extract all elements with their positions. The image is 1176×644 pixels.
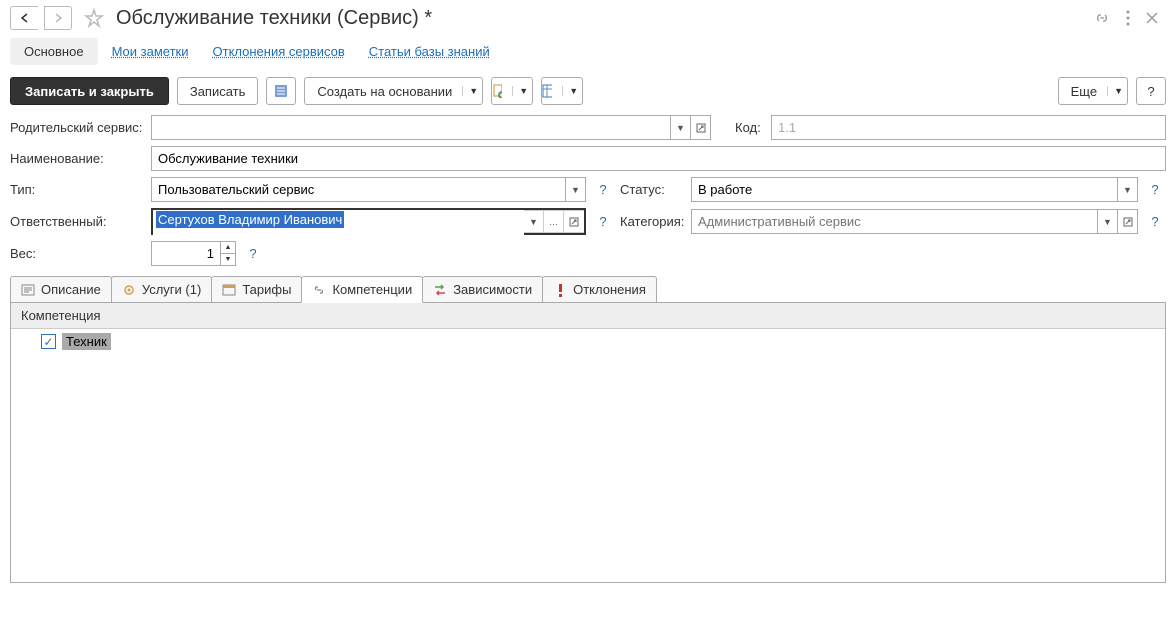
help-icon[interactable]: ? <box>1150 182 1160 197</box>
list-icon <box>274 84 288 98</box>
warning-icon <box>553 283 567 297</box>
tab-description[interactable]: Описание <box>10 276 112 302</box>
resp-value: Сертухов Владимир Иванович <box>156 211 344 228</box>
arrow-right-icon <box>53 13 63 23</box>
grid-header[interactable]: Компетенция <box>11 303 1165 329</box>
caret-down-icon: ▼ <box>462 86 478 96</box>
spin-down-button[interactable]: ▼ <box>221 253 236 266</box>
dropdown-button[interactable]: ▼ <box>1118 177 1138 202</box>
calendar-icon <box>222 283 236 297</box>
tab-tariffs[interactable]: Тарифы <box>211 276 302 302</box>
dropdown-button[interactable]: ▼ <box>671 115 691 140</box>
list-button[interactable] <box>266 77 296 105</box>
tab-notes[interactable]: Мои заметки <box>102 38 199 65</box>
tab-label: Описание <box>41 282 101 297</box>
help-icon[interactable]: ? <box>598 214 608 229</box>
create-based-button[interactable]: Создать на основании ▼ <box>304 77 483 105</box>
category-label: Категория: <box>620 214 685 229</box>
tab-main[interactable]: Основное <box>10 38 98 65</box>
status-input[interactable] <box>691 177 1118 202</box>
resp-label: Ответственный: <box>10 214 145 229</box>
page-title: Обслуживание техники (Сервис) * <box>116 7 432 30</box>
attach-button[interactable]: ▼ <box>491 77 533 105</box>
type-input[interactable] <box>151 177 566 202</box>
more-label: Еще <box>1071 84 1097 99</box>
help-icon[interactable]: ? <box>598 182 608 197</box>
link-icon[interactable] <box>1094 10 1110 26</box>
tab-label: Зависимости <box>453 282 532 297</box>
report-button[interactable]: ▼ <box>541 77 583 105</box>
spin-up-button[interactable]: ▲ <box>221 241 236 253</box>
tab-label: Услуги (1) <box>142 282 201 297</box>
name-label: Наименование: <box>10 151 145 166</box>
open-button[interactable] <box>1118 209 1138 234</box>
tab-kb[interactable]: Статьи базы знаний <box>359 38 500 65</box>
help-icon[interactable]: ? <box>248 246 258 261</box>
back-button[interactable] <box>10 6 38 30</box>
category-input[interactable] <box>691 209 1098 234</box>
open-button[interactable] <box>691 115 711 140</box>
close-icon[interactable] <box>1146 12 1158 24</box>
arrow-left-icon <box>20 13 30 23</box>
chain-icon <box>312 283 326 297</box>
help-button[interactable]: ? <box>1136 77 1166 105</box>
open-icon <box>696 123 706 133</box>
detail-tabs: Описание Услуги (1) Тарифы Компетенции З… <box>10 276 1166 303</box>
resp-input[interactable]: Сертухов Владимир Иванович <box>153 210 524 235</box>
ellipsis-button[interactable]: … <box>544 210 564 233</box>
title-bar: Обслуживание техники (Сервис) * <box>0 0 1176 38</box>
gear-icon <box>122 283 136 297</box>
tab-label: Компетенции <box>332 282 412 297</box>
table-icon <box>542 84 552 98</box>
arrows-icon <box>433 283 447 297</box>
open-button[interactable] <box>564 210 584 233</box>
save-button[interactable]: Записать <box>177 77 259 105</box>
tab-label: Отклонения <box>573 282 646 297</box>
tab-dependencies[interactable]: Зависимости <box>422 276 543 302</box>
dropdown-button[interactable]: ▼ <box>566 177 586 202</box>
weight-label: Вес: <box>10 246 145 261</box>
dropdown-button[interactable]: ▼ <box>524 210 544 233</box>
competency-grid: Компетенция ✓ Техник <box>10 303 1166 583</box>
open-icon <box>569 217 579 227</box>
weight-input[interactable] <box>151 241 221 266</box>
table-row[interactable]: ✓ Техник <box>11 329 1165 354</box>
toolbar: Записать и закрыть Записать Создать на о… <box>0 73 1176 115</box>
forward-button[interactable] <box>44 6 72 30</box>
kebab-icon[interactable] <box>1126 10 1130 26</box>
parent-label: Родительский сервис: <box>10 120 145 135</box>
star-icon[interactable] <box>84 8 104 28</box>
caret-down-icon: ▼ <box>512 86 528 96</box>
more-button[interactable]: Еще ▼ <box>1058 77 1128 105</box>
status-label: Статус: <box>620 182 685 197</box>
help-icon[interactable]: ? <box>1150 214 1160 229</box>
tab-services[interactable]: Услуги (1) <box>111 276 212 302</box>
tab-competencies[interactable]: Компетенции <box>301 276 423 303</box>
caret-down-icon: ▼ <box>562 86 578 96</box>
code-label: Код: <box>735 120 765 135</box>
tab-deviations[interactable]: Отклонения <box>542 276 657 302</box>
create-based-label: Создать на основании <box>317 84 452 99</box>
parent-input[interactable] <box>151 115 671 140</box>
code-input[interactable] <box>771 115 1166 140</box>
save-close-button[interactable]: Записать и закрыть <box>10 77 169 105</box>
tab-deviations[interactable]: Отклонения сервисов <box>203 38 355 65</box>
caret-down-icon: ▼ <box>1107 86 1123 96</box>
checkbox-checked[interactable]: ✓ <box>41 334 56 349</box>
open-icon <box>1123 217 1133 227</box>
name-input[interactable] <box>151 146 1166 171</box>
type-label: Тип: <box>10 182 145 197</box>
tab-label: Тарифы <box>242 282 291 297</box>
description-icon <box>21 283 35 297</box>
competency-cell[interactable]: Техник <box>62 333 111 350</box>
form: Родительский сервис: ▼ Код: Наименование… <box>0 115 1176 266</box>
dropdown-button[interactable]: ▼ <box>1098 209 1118 234</box>
document-plus-icon <box>492 84 502 98</box>
nav-tabs: Основное Мои заметки Отклонения сервисов… <box>0 38 1176 73</box>
